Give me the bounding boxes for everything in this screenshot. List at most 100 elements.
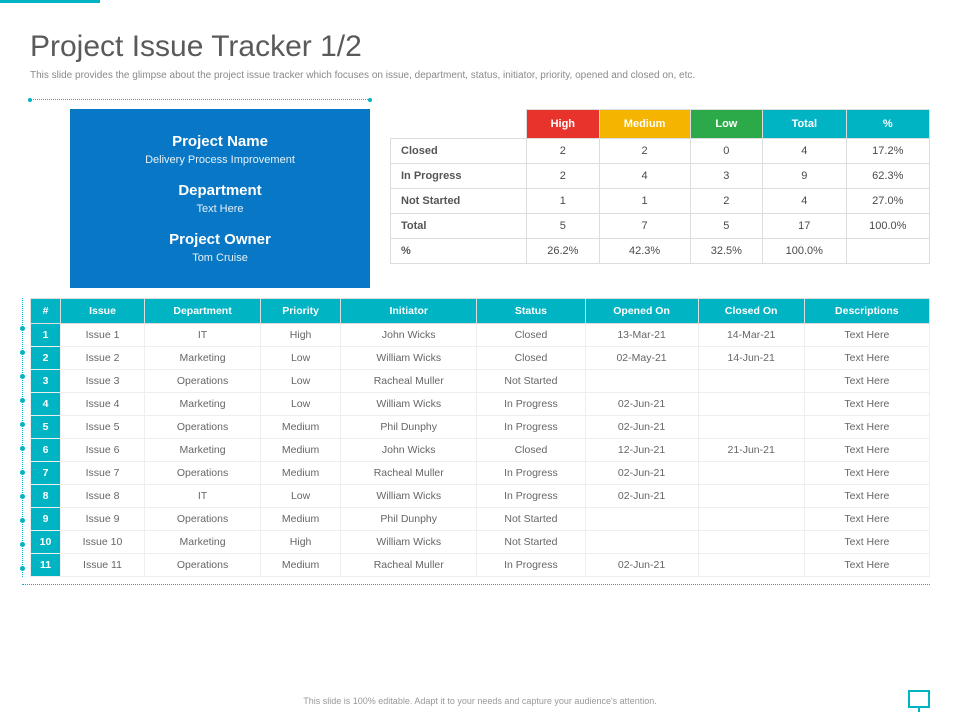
issues-cell: Issue 9 [61, 508, 145, 531]
summary-cell: 17 [763, 214, 846, 239]
issues-cell: 12-Jun-21 [585, 439, 698, 462]
summary-row-label: Not Started [391, 189, 527, 214]
issues-cell: Issue 5 [61, 416, 145, 439]
issues-cell: Medium [261, 554, 341, 577]
issues-cell: Issue 11 [61, 554, 145, 577]
col-total: Total [763, 110, 846, 139]
summary-cell: 2 [599, 139, 690, 164]
issues-cell [698, 508, 804, 531]
summary-cell: 4 [599, 164, 690, 189]
summary-row-label: Closed [391, 139, 527, 164]
department-label: Department [80, 182, 360, 199]
issues-cell: Issue 7 [61, 462, 145, 485]
issues-cell: Racheal Muller [341, 462, 477, 485]
issues-cell [698, 531, 804, 554]
rail-dot [20, 494, 25, 499]
project-name-value: Delivery Process Improvement [80, 154, 360, 166]
issues-cell: Issue 10 [61, 531, 145, 554]
issues-cell: Closed [477, 439, 585, 462]
issues-cell: Marketing [144, 393, 260, 416]
issues-cell: Text Here [804, 370, 929, 393]
issues-cell: In Progress [477, 393, 585, 416]
issues-cell: Issue 1 [61, 324, 145, 347]
issues-cell: 02-Jun-21 [585, 393, 698, 416]
issues-cell: 2 [31, 347, 61, 370]
col-medium: Medium [599, 110, 690, 139]
issues-cell: Issue 6 [61, 439, 145, 462]
summary-cell: 4 [763, 139, 846, 164]
presentation-icon [908, 690, 930, 708]
col-low: Low [690, 110, 762, 139]
summary-cell: 7 [599, 214, 690, 239]
rail-dot [20, 374, 25, 379]
issues-cell: Medium [261, 508, 341, 531]
rail-dot [20, 518, 25, 523]
decorative-rail [22, 298, 23, 577]
issues-col-header: # [31, 299, 61, 324]
summary-cell: 2 [690, 189, 762, 214]
issues-cell: In Progress [477, 462, 585, 485]
table-row: 11Issue 11OperationsMediumRacheal Muller… [31, 554, 930, 577]
issues-cell: 02-May-21 [585, 347, 698, 370]
rail-dot [20, 398, 25, 403]
owner-label: Project Owner [80, 231, 360, 248]
issues-cell: Text Here [804, 439, 929, 462]
issues-col-header: Descriptions [804, 299, 929, 324]
issues-cell [585, 508, 698, 531]
issues-cell: Operations [144, 416, 260, 439]
col-high: High [527, 110, 599, 139]
rail-dot [20, 446, 25, 451]
issues-cell: Low [261, 393, 341, 416]
summary-cell: 2 [527, 164, 599, 189]
summary-cell: 9 [763, 164, 846, 189]
summary-cell: 1 [527, 189, 599, 214]
issues-col-header: Status [477, 299, 585, 324]
summary-cell: 4 [763, 189, 846, 214]
issues-cell: Medium [261, 439, 341, 462]
summary-cell: 5 [690, 214, 762, 239]
issues-cell: Text Here [804, 554, 929, 577]
issues-cell: In Progress [477, 485, 585, 508]
issues-cell: 7 [31, 462, 61, 485]
issues-cell: William Wicks [341, 347, 477, 370]
issues-cell: Text Here [804, 393, 929, 416]
issues-cell: John Wicks [341, 324, 477, 347]
issues-cell: Not Started [477, 370, 585, 393]
summary-cell: 3 [690, 164, 762, 189]
issues-cell: Not Started [477, 508, 585, 531]
summary-cell: 17.2% [846, 139, 929, 164]
issues-cell: William Wicks [341, 393, 477, 416]
rail-dot [20, 422, 25, 427]
summary-cell: 32.5% [690, 239, 762, 264]
issues-cell: Closed [477, 324, 585, 347]
issues-cell [698, 462, 804, 485]
summary-table-wrap: High Medium Low Total % Closed220417.2%I… [390, 109, 930, 288]
table-row: 4Issue 4MarketingLowWilliam WicksIn Prog… [31, 393, 930, 416]
summary-row-label: % [391, 239, 527, 264]
issues-cell: 9 [31, 508, 61, 531]
decorative-bracket [30, 99, 370, 100]
issues-cell: Medium [261, 416, 341, 439]
department-value: Text Here [80, 203, 360, 215]
issues-cell: 1 [31, 324, 61, 347]
issues-cell: In Progress [477, 554, 585, 577]
footer-note: This slide is 100% editable. Adapt it to… [0, 696, 960, 706]
issues-cell: Text Here [804, 508, 929, 531]
summary-cell: 1 [599, 189, 690, 214]
issues-cell: IT [144, 485, 260, 508]
summary-cell: 26.2% [527, 239, 599, 264]
summary-table: High Medium Low Total % Closed220417.2%I… [390, 109, 930, 264]
project-name-label: Project Name [80, 133, 360, 150]
rail-dot [20, 470, 25, 475]
table-row: 1Issue 1ITHighJohn WicksClosed13-Mar-211… [31, 324, 930, 347]
summary-cell: 27.0% [846, 189, 929, 214]
issues-cell: Text Here [804, 485, 929, 508]
issues-cell: 6 [31, 439, 61, 462]
issues-cell: 11 [31, 554, 61, 577]
issues-cell: High [261, 531, 341, 554]
issues-cell: Phil Dunphy [341, 416, 477, 439]
issues-cell: IT [144, 324, 260, 347]
issues-cell: 14-Jun-21 [698, 347, 804, 370]
issues-cell: William Wicks [341, 485, 477, 508]
issues-cell: Issue 8 [61, 485, 145, 508]
